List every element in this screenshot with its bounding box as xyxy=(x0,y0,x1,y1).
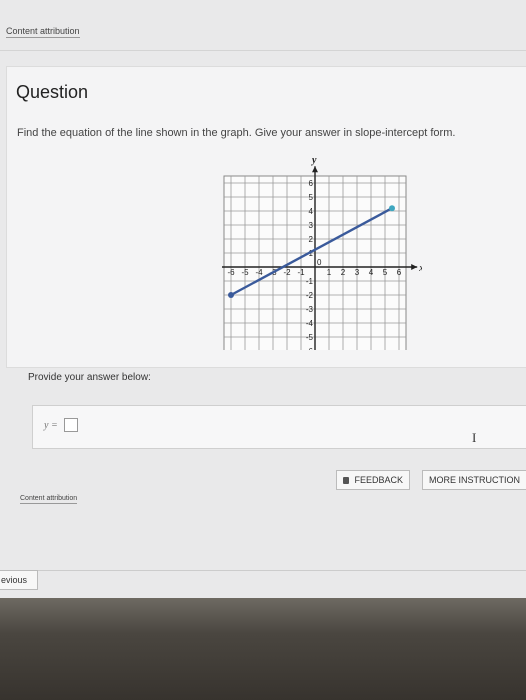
y-tick-label: 4 xyxy=(309,207,314,216)
x-tick-label: 1 xyxy=(327,268,332,277)
y-tick-label: 2 xyxy=(309,235,314,244)
divider xyxy=(0,50,526,51)
y-tick-label: -2 xyxy=(306,291,314,300)
x-tick-label: 5 xyxy=(383,268,388,277)
provide-answer-label: Provide your answer below: xyxy=(28,372,151,383)
graph-line-point xyxy=(228,292,234,298)
x-axis-label: x xyxy=(418,263,422,274)
x-tick-label: -5 xyxy=(241,268,249,277)
x-tick-label: -2 xyxy=(283,268,291,277)
x-tick-label: 4 xyxy=(369,268,374,277)
feedback-label: FEEDBACK xyxy=(354,475,403,485)
y-tick-label: -4 xyxy=(306,319,314,328)
previous-label: evious xyxy=(1,575,28,585)
y-tick-label: -1 xyxy=(306,277,314,286)
answer-input[interactable] xyxy=(64,418,78,432)
y-tick-label: -5 xyxy=(306,333,314,342)
previous-button[interactable]: evious xyxy=(0,570,38,590)
flag-icon xyxy=(343,476,350,484)
feedback-button[interactable]: FEEDBACK xyxy=(336,470,410,490)
origin-label: 0 xyxy=(317,258,322,267)
y-tick-label: -6 xyxy=(306,347,314,350)
coordinate-graph: xy-6-5-4-3-2-1123456654321-1-2-3-4-5-60 xyxy=(222,155,422,350)
y-tick-label: -3 xyxy=(306,305,314,314)
monitor-bezel xyxy=(0,598,526,700)
answer-prefix: y = xyxy=(44,420,58,431)
x-tick-label: 2 xyxy=(341,268,346,277)
answer-area[interactable] xyxy=(32,405,526,449)
text-cursor-icon: I xyxy=(472,430,477,445)
graph-line-point xyxy=(389,205,395,212)
content-attribution-link[interactable]: Content attribution xyxy=(6,26,80,38)
divider-lower xyxy=(0,570,526,571)
content-attribution-link-bottom[interactable]: Content attribution xyxy=(20,495,78,504)
y-axis-label: y xyxy=(311,155,317,166)
y-tick-label: 3 xyxy=(309,221,314,230)
question-text: Find the equation of the line shown in t… xyxy=(17,127,456,139)
x-tick-label: -1 xyxy=(297,268,305,277)
x-axis-arrow-right xyxy=(411,264,418,270)
question-title: Question xyxy=(16,82,89,102)
y-axis-arrow-up xyxy=(312,166,318,173)
x-tick-label: 3 xyxy=(355,268,360,277)
y-tick-label: 6 xyxy=(309,179,314,188)
x-tick-label: -6 xyxy=(227,268,235,277)
x-tick-label: -4 xyxy=(255,268,263,277)
y-tick-label: 5 xyxy=(309,193,314,202)
x-tick-label: 6 xyxy=(397,268,402,277)
more-instruction-button[interactable]: MORE INSTRUCTION xyxy=(422,470,526,490)
more-instruction-label: MORE INSTRUCTION xyxy=(429,475,520,485)
